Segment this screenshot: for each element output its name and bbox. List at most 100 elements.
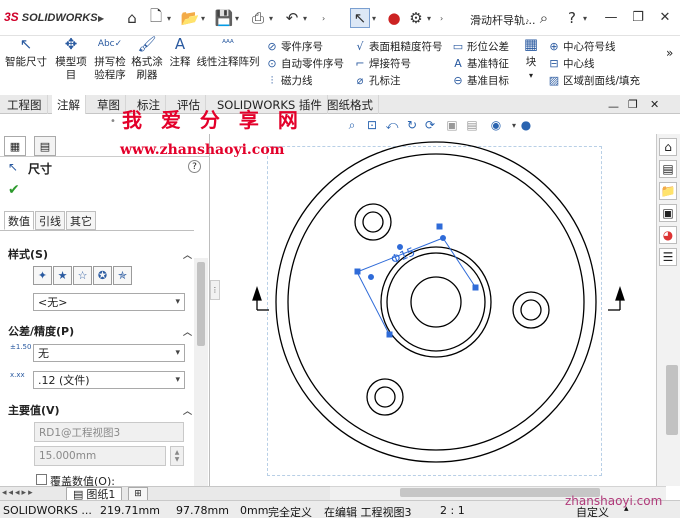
smart-dimension-button[interactable]: ↖ 智能尺寸 [4,37,48,69]
tolerance-type-select[interactable]: 无 ▾ [33,344,185,362]
add-style-icon[interactable]: ★ [53,266,72,285]
area-hatch-button[interactable]: ▨ 区域剖面线/填充 [548,72,664,89]
doc-close-icon[interactable]: ✕ [650,98,659,111]
block-button[interactable]: ▦ 块 ▾ [522,37,540,82]
model-items-button[interactable]: ✥ 模型项 目 [54,37,88,82]
primary-name-field[interactable]: RD1@工程视图3 [34,422,184,442]
add-sheet-icon[interactable]: ⊞ [128,487,148,501]
weld-symbol-button[interactable]: ⌐ 焊接符号 [354,55,450,72]
sheet-tab-1[interactable]: ▤ 图纸1 [66,487,123,501]
chevron-down-icon[interactable]: ▾ [583,10,591,26]
tolerance-type-icon: ±1.50 [10,343,32,351]
chevron-down-icon[interactable]: ▾ [269,10,277,26]
subtab-other[interactable]: 其它 [66,211,96,230]
ribbon-more-icon[interactable]: » [666,46,673,60]
canvas-vertical-scroll-thumb[interactable] [666,365,678,435]
apply-default-style-icon[interactable]: ✦ [33,266,52,285]
save-style-icon[interactable]: ✪ [93,266,112,285]
chevron-down-icon[interactable]: ▾ [167,10,175,26]
panel-collapse-handle[interactable]: ⋮ [210,280,220,300]
primary-value-section-header[interactable]: 主要值(V) ︿ [8,401,194,419]
center-mark-button[interactable]: ⊕ 中心符号线 [548,38,664,55]
restore-icon[interactable]: ❐ [627,6,649,28]
chevron-down-icon: ▾ [175,297,180,307]
ok-check-icon[interactable]: ✔ [8,182,20,198]
panel-collapse-icon[interactable]: • [110,116,116,127]
style-select[interactable]: <无> ▾ [33,293,185,311]
linear-note-pattern-button[interactable]: ᴬᴬᴬ 线性注释阵列 [196,38,260,69]
format-painter-button[interactable]: 🖌 格式涂 刷器 [130,37,164,82]
home-icon[interactable]: ⌂ [122,8,142,28]
center-mark-icon: ⊕ [549,40,559,53]
dimension-text[interactable]: Φ15 [389,245,417,267]
surface-finish-button[interactable]: √ 表面粗糙度符号 [354,38,450,55]
feature-manager-tab[interactable]: ▦ [4,136,26,156]
help-icon[interactable]: ? [188,160,201,173]
doc-minimize-icon[interactable]: — [608,100,619,113]
chevron-right-icon[interactable]: › [526,12,534,28]
chevron-down-icon[interactable]: ▾ [372,10,380,26]
spell-checker-button[interactable]: Abc✓ 拼写检 验程序 [92,38,128,82]
datum-target-button[interactable]: ⊖ 基准目标 [452,72,516,89]
primary-value-field[interactable]: 15.000mm [34,446,166,466]
chevron-right-icon[interactable]: › [440,10,448,26]
help-icon[interactable]: ? [562,8,582,28]
delete-style-icon[interactable]: ☆ [73,266,92,285]
file-explorer-icon[interactable]: 📁 [659,182,677,200]
hole-callout-button[interactable]: ⌀ 孔标注 [354,72,450,89]
save-icon[interactable]: 💾 [214,8,234,28]
style-section-header[interactable]: 样式(S) ︿ [8,245,194,263]
select-arrow-icon[interactable]: ↖ [350,8,370,28]
undo-icon[interactable]: ↶ [282,8,302,28]
solidworks-resources-icon[interactable]: ⌂ [659,138,677,156]
auto-balloon-button[interactable]: ⊙ 自动零件序号 [266,55,350,72]
status-scale[interactable]: 2 : 1 [440,504,465,517]
tolerance-section-header[interactable]: 公差/精度(P) ︿ [8,322,194,340]
traffic-light-icon[interactable]: ● [384,8,404,28]
close-icon[interactable]: ✕ [654,6,676,28]
precision-select[interactable]: .12 (文件) ▾ [33,371,185,389]
magnetic-line-button[interactable]: ⫶ 磁力线 [266,72,350,89]
custom-properties-icon[interactable]: ☰ [659,248,677,266]
tab-annotation[interactable]: 注解 [52,95,86,114]
value-spinner[interactable]: ▲ ▼ [170,446,184,466]
subtab-leaders[interactable]: 引线 [35,211,65,230]
appearances-icon[interactable]: ◕ [659,226,677,244]
dimension-handle[interactable] [472,284,479,291]
balloon-icon: ⊘ [267,40,277,53]
tab-drawing[interactable]: 工程图 [2,95,48,114]
chevron-down-icon[interactable]: ▾ [201,10,209,26]
panel-scroll-thumb[interactable] [197,262,205,346]
centerline-button[interactable]: ⊟ 中心线 [548,55,664,72]
print-icon[interactable]: ⎙ [248,8,268,28]
view-palette-icon[interactable]: ▣ [659,204,677,222]
outer-circle [275,141,597,463]
tab-sketch[interactable]: 草图 [92,95,126,114]
area-hatch-icon: ▨ [548,74,560,87]
chevron-down-icon[interactable]: ▾ [427,10,435,26]
dimension-handle[interactable] [354,268,361,275]
subtab-value[interactable]: 数值 [4,211,34,230]
property-manager-tab[interactable]: ▤ [34,136,56,156]
chevron-down-icon[interactable]: ▾ [303,10,311,26]
dimension-handle[interactable] [386,331,393,338]
balloon-button[interactable]: ⊘ 零件序号 [266,38,350,55]
load-style-icon[interactable]: ✯ [113,266,132,285]
override-value-checkbox[interactable] [36,474,47,485]
sheet-nav-arrows[interactable]: ◂◂◂▸▸ [2,488,35,498]
menu-expand-icon[interactable]: ▶ [98,10,106,26]
geometric-tolerance-button[interactable]: ▭ 形位公差 [452,38,516,55]
chevron-right-icon[interactable]: › [322,10,330,26]
dimension-handle[interactable] [436,223,443,230]
new-file-icon[interactable]: 🗋 [146,7,166,28]
doc-restore-icon[interactable]: ❐ [628,98,638,111]
chevron-down-icon[interactable]: ▾ [235,10,243,26]
note-button[interactable]: A 注释 [168,37,192,69]
minimize-icon[interactable]: — [600,6,622,28]
open-folder-icon[interactable]: 📂 [180,8,200,28]
design-library-icon[interactable]: ▤ [659,160,677,178]
options-gear-icon[interactable]: ⚙ [406,8,426,28]
search-commands-icon[interactable]: ⌕ [534,8,554,28]
datum-feature-button[interactable]: A 基准特征 [452,55,516,72]
tab-sheet-format[interactable]: 图纸格式 [322,95,379,114]
